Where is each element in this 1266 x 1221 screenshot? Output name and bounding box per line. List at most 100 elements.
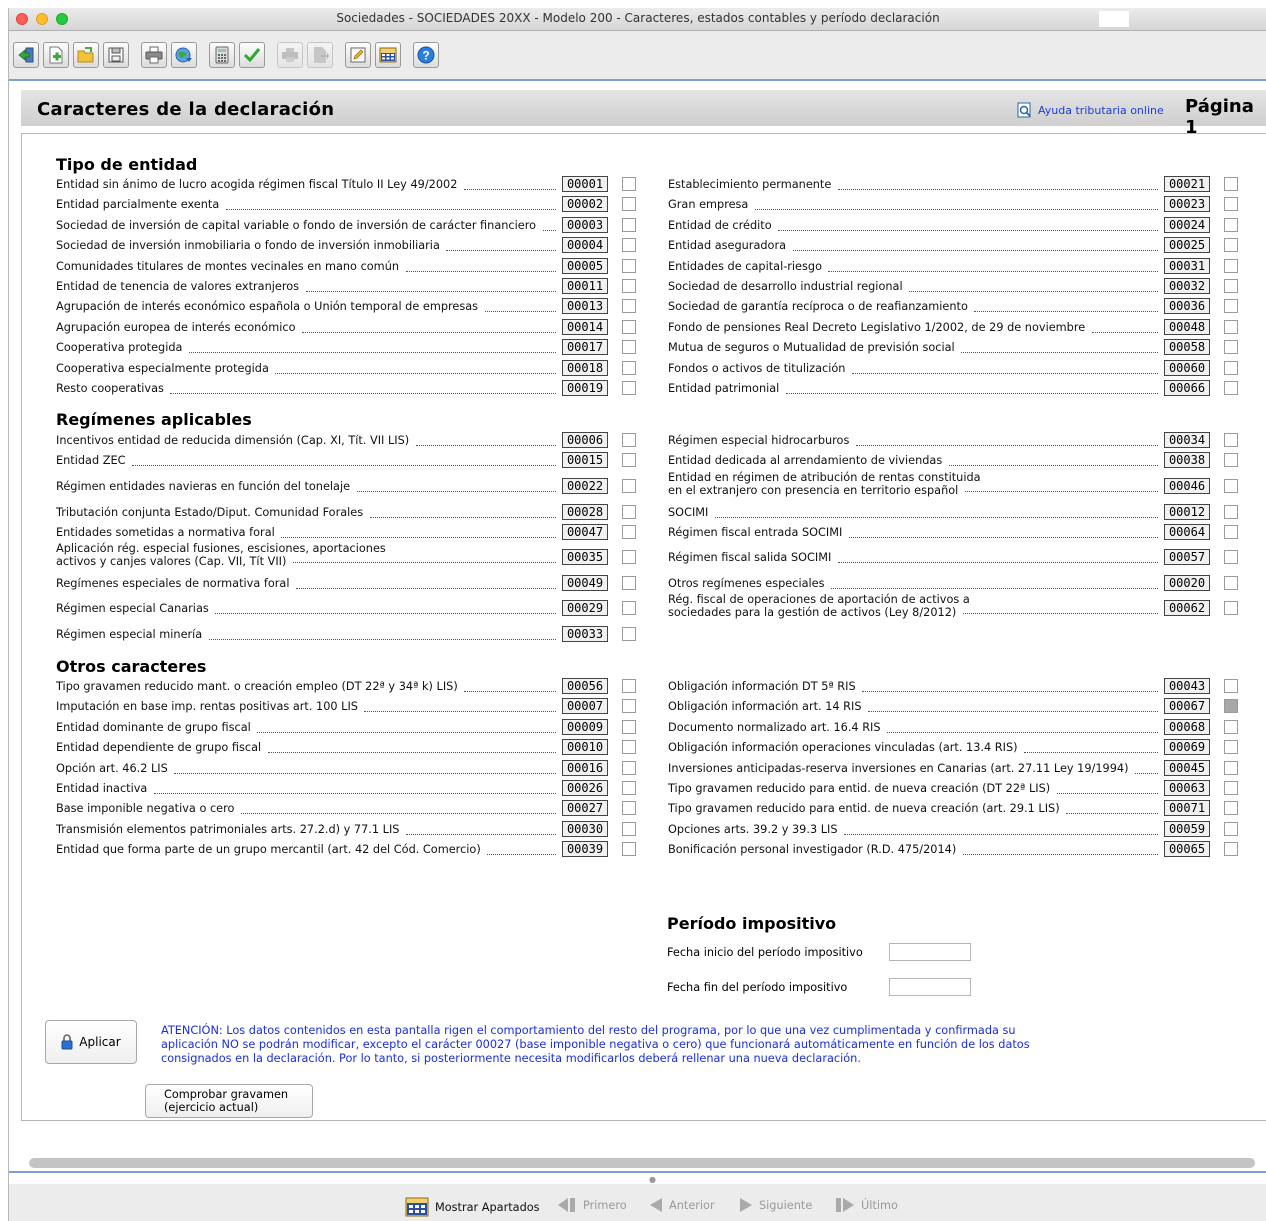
- caracter-checkbox[interactable]: [622, 218, 636, 232]
- send-globe-icon[interactable]: [171, 42, 197, 68]
- print-icon[interactable]: [141, 42, 167, 68]
- caracter-checkbox[interactable]: [1224, 238, 1238, 252]
- caracter-checkbox[interactable]: [622, 601, 636, 615]
- caracter-checkbox[interactable]: [622, 340, 636, 354]
- caracter-checkbox[interactable]: [622, 699, 636, 713]
- caracter-checkbox[interactable]: [1224, 781, 1238, 795]
- caracter-checkbox[interactable]: [622, 259, 636, 273]
- edit-pencil-icon[interactable]: [345, 42, 371, 68]
- mostrar-apartados-button[interactable]: Mostrar Apartados: [405, 1197, 540, 1217]
- siguiente-button[interactable]: Siguiente: [739, 1197, 812, 1213]
- caracter-checkbox[interactable]: [622, 433, 636, 447]
- caracter-checkbox[interactable]: [1224, 740, 1238, 754]
- caracter-checkbox[interactable]: [622, 679, 636, 693]
- caracter-checkbox[interactable]: [622, 781, 636, 795]
- dotted-leader: [849, 526, 1158, 538]
- caracter-label: Entidad parcialmente exenta: [56, 198, 220, 211]
- caracter-checkbox[interactable]: [1224, 259, 1238, 273]
- caracter-checkbox[interactable]: [622, 238, 636, 252]
- caracter-label: Sociedad de desarrollo industrial region…: [668, 280, 903, 293]
- caracter-checkbox[interactable]: [1224, 197, 1238, 211]
- caracter-checkbox[interactable]: [622, 550, 636, 564]
- caracter-checkbox[interactable]: [622, 720, 636, 734]
- dotted-leader: [302, 321, 556, 333]
- calculator-icon[interactable]: [209, 42, 235, 68]
- caracter-checkbox[interactable]: [1224, 842, 1238, 856]
- caracter-label: Opciones arts. 39.2 y 39.3 LIS: [668, 823, 838, 836]
- dotted-leader: [189, 341, 556, 353]
- caracter-checkbox[interactable]: [1224, 479, 1238, 493]
- caracter-checkbox[interactable]: [1224, 340, 1238, 354]
- help-online-link[interactable]: Ayuda tributaria online: [1017, 102, 1164, 118]
- dotted-leader: [364, 700, 556, 712]
- aplicar-button[interactable]: Aplicar: [45, 1020, 137, 1064]
- caracter-checkbox[interactable]: [622, 761, 636, 775]
- exit-icon[interactable]: [13, 42, 39, 68]
- caracter-checkbox[interactable]: [1224, 361, 1238, 375]
- caracter-checkbox[interactable]: [1224, 801, 1238, 815]
- caracter-checkbox[interactable]: [622, 822, 636, 836]
- comprobar-gravamen-button[interactable]: Comprobar gravamen (ejercicio actual): [145, 1084, 313, 1118]
- new-icon[interactable]: [43, 42, 69, 68]
- caracter-checkbox[interactable]: [622, 842, 636, 856]
- save-icon[interactable]: [103, 42, 129, 68]
- caracter-checkbox[interactable]: [622, 453, 636, 467]
- split-handle-icon[interactable]: ●: [649, 1175, 656, 1184]
- primero-button[interactable]: Primero: [557, 1197, 627, 1213]
- caracter-checkbox[interactable]: [1224, 320, 1238, 334]
- caracter-checkbox[interactable]: [622, 740, 636, 754]
- caracter-checkbox[interactable]: [622, 525, 636, 539]
- apartados-icon[interactable]: [375, 42, 401, 68]
- caracter-label: Sociedad de inversión de capital variabl…: [56, 219, 537, 232]
- caracter-checkbox[interactable]: [1224, 822, 1238, 836]
- ultimo-button[interactable]: Último: [835, 1197, 898, 1213]
- caracter-checkbox[interactable]: [1224, 218, 1238, 232]
- horizontal-scrollbar[interactable]: [29, 1158, 1255, 1168]
- caracter-checkbox[interactable]: [1224, 279, 1238, 293]
- caracter-checkbox[interactable]: [622, 381, 636, 395]
- caracter-checkbox[interactable]: [622, 576, 636, 590]
- caracter-row-00002: Entidad parcialmente exenta 00002: [56, 196, 638, 214]
- caracter-checkbox[interactable]: [622, 279, 636, 293]
- caracter-checkbox[interactable]: [1224, 699, 1238, 713]
- caracter-checkbox[interactable]: [1224, 177, 1238, 191]
- anterior-button[interactable]: Anterior: [649, 1197, 715, 1213]
- split-divider[interactable]: [9, 1171, 1266, 1173]
- caracter-checkbox[interactable]: [622, 801, 636, 815]
- caracter-checkbox[interactable]: [622, 479, 636, 493]
- caracter-checkbox[interactable]: [622, 361, 636, 375]
- caracter-code: 00065: [1164, 841, 1210, 857]
- caracter-checkbox[interactable]: [622, 177, 636, 191]
- caracter-code: 00024: [1164, 217, 1210, 233]
- print-gray-icon[interactable]: [277, 42, 303, 68]
- caracter-checkbox[interactable]: [1224, 550, 1238, 564]
- caracter-checkbox[interactable]: [1224, 720, 1238, 734]
- caracter-checkbox[interactable]: [1224, 299, 1238, 313]
- caracter-checkbox[interactable]: [622, 197, 636, 211]
- caracter-checkbox[interactable]: [1224, 433, 1238, 447]
- dotted-leader: [370, 506, 556, 518]
- caracter-code: 00005: [562, 258, 608, 274]
- open-folder-icon[interactable]: [73, 42, 99, 68]
- export-gray-icon[interactable]: [307, 42, 333, 68]
- caracter-checkbox[interactable]: [1224, 505, 1238, 519]
- caracter-checkbox[interactable]: [1224, 525, 1238, 539]
- dotted-leader: [715, 506, 1158, 518]
- caracter-checkbox[interactable]: [1224, 576, 1238, 590]
- caracter-checkbox[interactable]: [622, 320, 636, 334]
- caracter-checkbox[interactable]: [1224, 679, 1238, 693]
- caracter-label: Obligación información DT 5ª RIS: [668, 680, 856, 693]
- caracter-checkbox[interactable]: [622, 505, 636, 519]
- caracter-row-00010: Entidad dependiente de grupo fiscal 00010: [56, 739, 638, 757]
- caracter-code: 00029: [562, 600, 608, 616]
- help-icon[interactable]: ?: [413, 42, 439, 68]
- validate-check-icon[interactable]: [239, 42, 265, 68]
- fecha-fin-input[interactable]: [889, 978, 971, 996]
- caracter-checkbox[interactable]: [1224, 381, 1238, 395]
- caracter-checkbox[interactable]: [1224, 453, 1238, 467]
- fecha-inicio-input[interactable]: [889, 943, 971, 961]
- caracter-checkbox[interactable]: [1224, 601, 1238, 615]
- caracter-checkbox[interactable]: [622, 299, 636, 313]
- caracter-checkbox[interactable]: [1224, 761, 1238, 775]
- caracter-checkbox[interactable]: [622, 627, 636, 641]
